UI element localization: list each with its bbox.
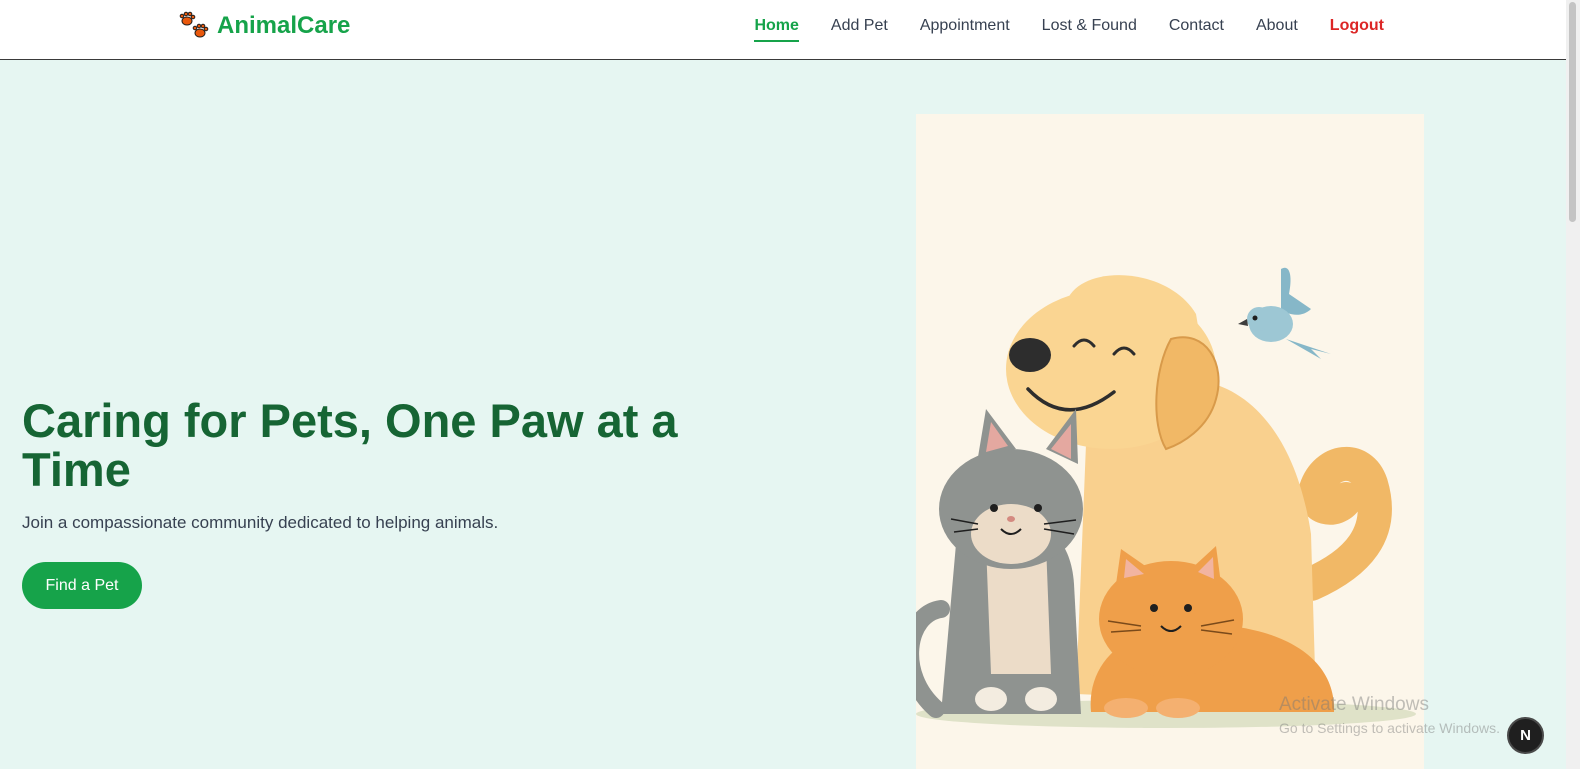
brand-logo[interactable]: AnimalCare bbox=[179, 11, 350, 41]
nav-appointment[interactable]: Appointment bbox=[920, 16, 1010, 40]
nav-home[interactable]: Home bbox=[754, 16, 799, 42]
watermark-subtitle: Go to Settings to activate Windows. bbox=[1279, 720, 1500, 736]
scrollbar-thumb[interactable] bbox=[1569, 2, 1576, 222]
top-navbar: AnimalCare Home Add Pet Appointment Lost… bbox=[0, 0, 1566, 60]
paw-prints-icon bbox=[179, 11, 211, 41]
find-a-pet-button[interactable]: Find a Pet bbox=[22, 562, 142, 609]
activate-windows-watermark: Activate Windows Go to Settings to activ… bbox=[1279, 694, 1500, 738]
nav-contact[interactable]: Contact bbox=[1169, 16, 1224, 40]
logout-link[interactable]: Logout bbox=[1330, 16, 1384, 40]
hero-title: Caring for Pets, One Paw at a Time bbox=[22, 394, 678, 496]
hero-subtitle: Join a compassionate community dedicated… bbox=[22, 513, 499, 532]
brand-name: AnimalCare bbox=[217, 12, 351, 39]
nav-links: Home Add Pet Appointment Lost & Found Co… bbox=[722, 16, 1384, 42]
nav-add-pet[interactable]: Add Pet bbox=[831, 16, 888, 40]
page-scrollbar[interactable] bbox=[1566, 0, 1580, 769]
next-dev-badge[interactable]: N bbox=[1507, 717, 1544, 754]
nav-about[interactable]: About bbox=[1256, 16, 1298, 40]
pets-illustration bbox=[916, 114, 1424, 769]
nav-lost-found[interactable]: Lost & Found bbox=[1042, 16, 1137, 40]
watermark-title: Activate Windows bbox=[1279, 694, 1429, 715]
